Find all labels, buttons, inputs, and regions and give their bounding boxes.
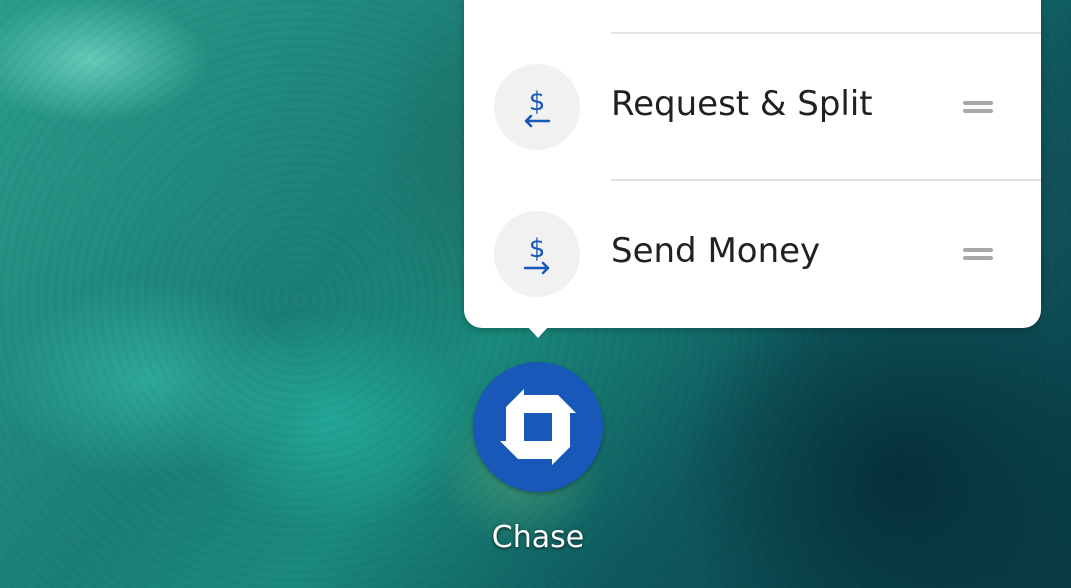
shortcut-label-request-split: Request & Split	[611, 84, 873, 124]
menu-pointer	[527, 326, 549, 338]
app-shortcut-menu: $ Request & Split $ Send Money	[464, 0, 1041, 328]
shortcut-item-request-split[interactable]: $ Request & Split	[464, 34, 1041, 180]
shortcut-label-send-money: Send Money	[611, 231, 821, 271]
dollar-send-icon: $	[494, 211, 580, 297]
drag-handle-icon[interactable]	[963, 246, 993, 262]
shortcut-item-send-money[interactable]: $ Send Money	[464, 181, 1041, 327]
dollar-request-icon: $	[494, 64, 580, 150]
chase-logo-icon[interactable]	[473, 362, 603, 492]
svg-text:$: $	[529, 87, 546, 117]
svg-text:$: $	[529, 234, 546, 264]
drag-handle-icon[interactable]	[963, 99, 993, 115]
app-label-chase: Chase	[491, 520, 585, 555]
